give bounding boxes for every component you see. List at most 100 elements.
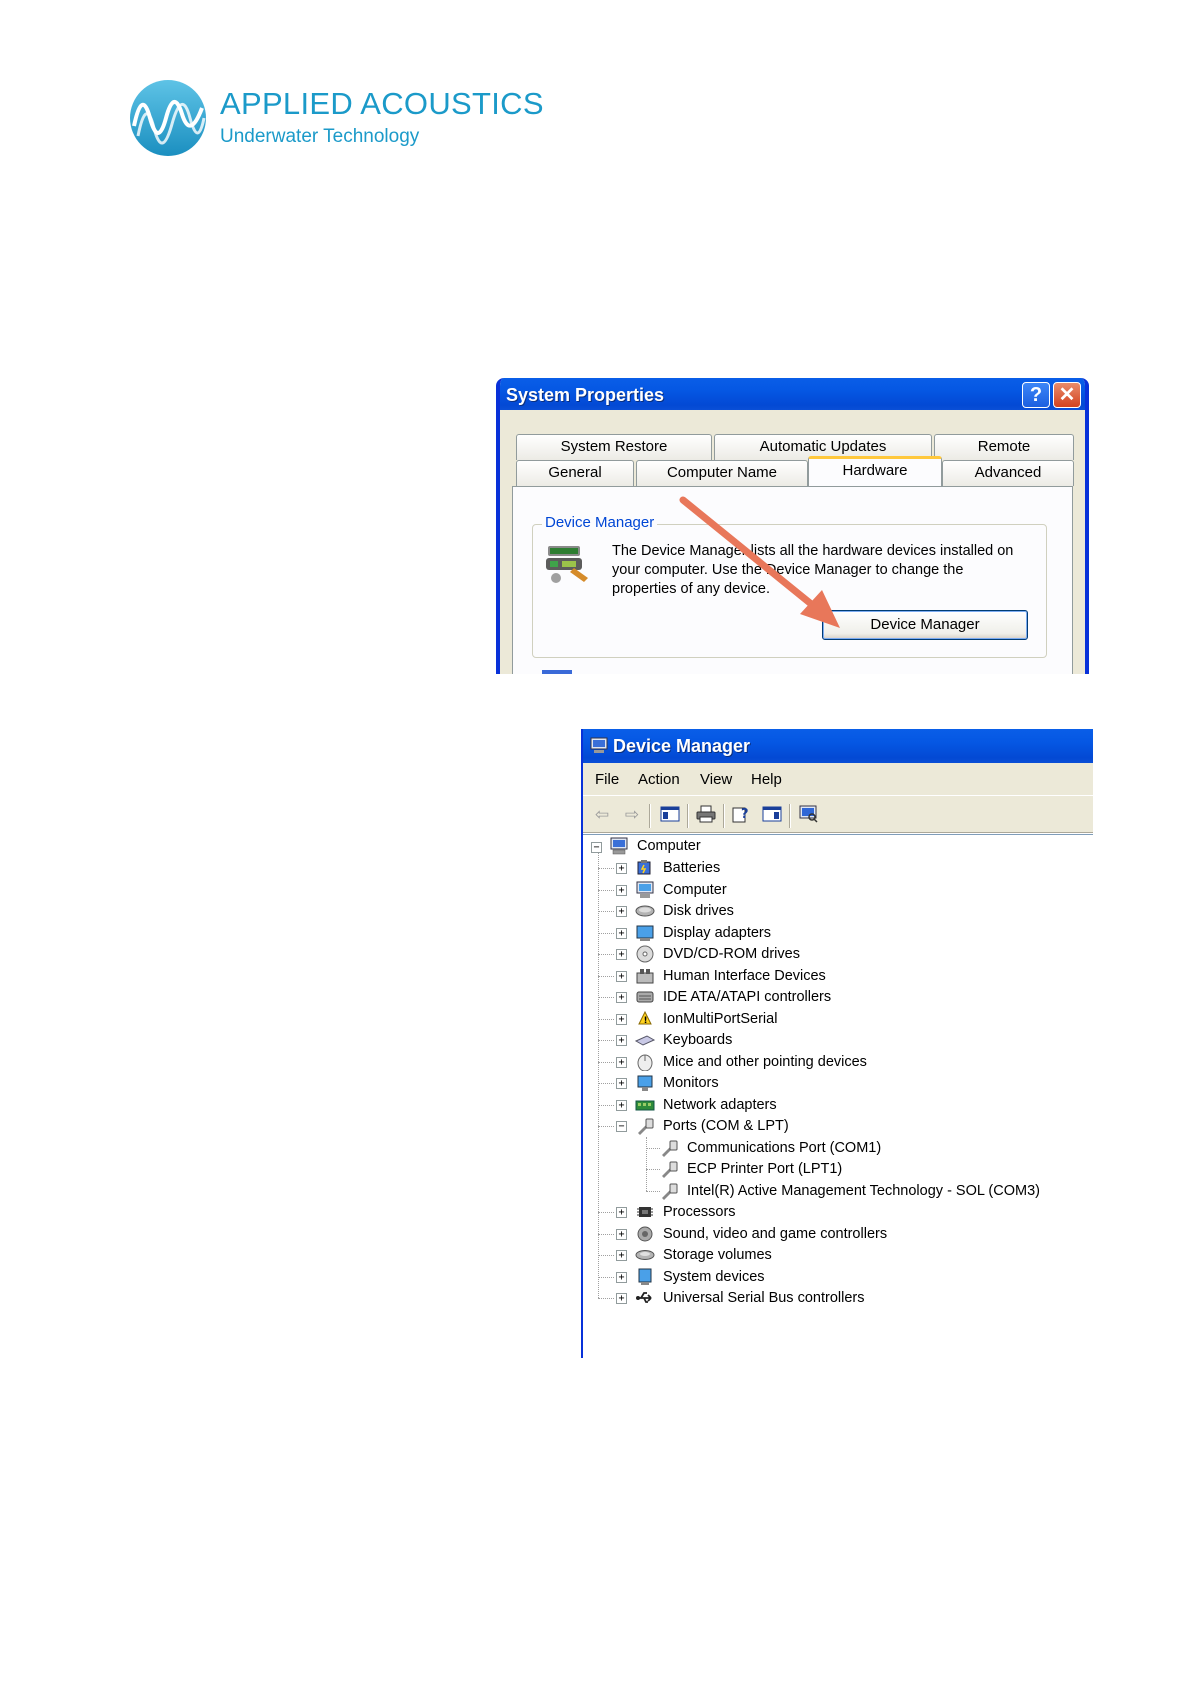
toolbar: ⇦ ⇨ ? [583, 795, 1093, 833]
tree-category[interactable]: Display adapters [663, 922, 771, 944]
forward-arrow-icon[interactable]: ⇨ [621, 805, 643, 825]
expand-toggle[interactable]: + [616, 863, 627, 874]
toolbar-separator [723, 804, 724, 828]
export-list-icon[interactable] [761, 805, 783, 825]
tree-connector [646, 1147, 660, 1149]
tree-device[interactable]: Communications Port (COM1) [687, 1137, 881, 1159]
expand-toggle[interactable]: + [616, 884, 627, 896]
tree-category[interactable]: Sound, video and game controllers [663, 1223, 887, 1245]
expand-toggle[interactable]: + [616, 1207, 627, 1218]
tree-category[interactable]: Disk drives [663, 900, 734, 922]
properties-help-icon[interactable]: ? [731, 805, 753, 825]
port-icon [662, 1140, 678, 1157]
menu-action[interactable]: Action [638, 771, 680, 788]
tree-category[interactable]: Human Interface Devices [663, 965, 826, 987]
tree-category[interactable]: Keyboards [663, 1029, 732, 1051]
computer-icon [636, 881, 654, 898]
expand-toggle[interactable]: + [616, 1013, 627, 1025]
scan-hardware-icon[interactable] [797, 805, 819, 825]
system-properties-titlebar[interactable]: System Properties [500, 378, 1085, 410]
expand-toggle[interactable]: + [616, 927, 627, 939]
tree-category[interactable]: Processors [663, 1201, 736, 1223]
window-title: System Properties [506, 385, 665, 405]
processor-icon [637, 1207, 653, 1217]
tree-connector [598, 889, 614, 891]
device-manager-button[interactable]: Device Manager [822, 610, 1028, 640]
tree-category[interactable]: Computer [663, 879, 727, 901]
tree-connector [598, 853, 599, 1298]
mouse-icon [637, 1054, 653, 1071]
svg-text:?: ? [741, 807, 749, 822]
port-icon [662, 1161, 678, 1178]
close-button[interactable]: ✕ [1053, 382, 1081, 408]
tree-connector [598, 1083, 614, 1084]
tree-category[interactable]: IonMultiPortSerial [663, 1008, 777, 1030]
tab-computer-name[interactable]: Computer Name [636, 460, 808, 486]
tree-connector [598, 997, 614, 998]
help-button[interactable]: ? [1022, 382, 1050, 408]
menu-view[interactable]: View [700, 771, 732, 788]
keyboard-icon [635, 1035, 655, 1046]
monitor-icon [637, 1075, 653, 1091]
expand-toggle[interactable]: + [616, 970, 627, 982]
back-arrow-icon[interactable]: ⇦ [591, 805, 613, 825]
device-manager-description: The Device Manager lists all the hardwar… [612, 543, 1014, 597]
tree-connector [598, 1233, 614, 1235]
svg-text:!: ! [644, 1016, 648, 1026]
menu-bar: File Action View Help [583, 763, 1093, 795]
system-device-icon [638, 1268, 652, 1285]
expand-toggle[interactable]: + [616, 1099, 627, 1111]
toolbar-separator [649, 804, 650, 828]
wave-logo-icon [130, 80, 206, 156]
expand-toggle[interactable]: + [616, 992, 627, 1003]
tree-category[interactable]: Ports (COM & LPT) [663, 1115, 789, 1137]
expand-toggle[interactable]: + [616, 1035, 627, 1046]
tree-root-computer[interactable]: Computer [637, 835, 701, 857]
device-manager-group-label: Device Manager [542, 514, 658, 531]
tab-remote[interactable]: Remote [934, 434, 1074, 460]
expand-toggle[interactable]: + [616, 1056, 627, 1068]
tree-category[interactable]: Mice and other pointing devices [663, 1051, 867, 1073]
tree-connector [646, 1190, 660, 1192]
collapse-toggle[interactable]: − [616, 1121, 627, 1132]
tree-connector [598, 1276, 614, 1278]
tree-connector [598, 911, 614, 912]
tree-category[interactable]: Monitors [663, 1072, 719, 1094]
tree-category[interactable]: Universal Serial Bus controllers [663, 1287, 864, 1309]
expand-toggle[interactable]: + [616, 1250, 627, 1261]
tab-system-restore[interactable]: System Restore [516, 434, 712, 460]
device-manager-titlebar[interactable]: Device Manager [583, 729, 1093, 763]
company-logo: APPLIED ACOUSTICS Underwater Technology [128, 78, 544, 160]
tab-advanced[interactable]: Advanced [942, 460, 1074, 486]
toolbar-separator [687, 804, 688, 828]
battery-icon [637, 860, 651, 875]
brand-title: APPLIED ACOUSTICS [220, 86, 544, 121]
expand-toggle[interactable]: + [616, 1293, 627, 1304]
tree-category[interactable]: Batteries [663, 857, 720, 879]
tree-category[interactable]: DVD/CD-ROM drives [663, 943, 800, 965]
expand-toggle[interactable]: + [616, 949, 627, 960]
collapse-toggle[interactable]: − [591, 842, 602, 853]
tree-device[interactable]: ECP Printer Port (LPT1) [687, 1158, 842, 1180]
tab-hardware[interactable]: Hardware [808, 456, 942, 486]
expand-toggle[interactable]: + [616, 1271, 627, 1283]
tree-category[interactable]: IDE ATA/ATAPI controllers [663, 986, 831, 1008]
device-manager-icon [546, 546, 588, 583]
tree-device[interactable]: Intel(R) Active Management Technology - … [687, 1180, 1040, 1202]
tree-connector [598, 1212, 614, 1213]
tree-category[interactable]: Network adapters [663, 1094, 777, 1116]
expand-toggle[interactable]: + [616, 1228, 627, 1240]
port-icon [638, 1118, 654, 1135]
expand-toggle[interactable]: + [616, 906, 627, 917]
tree-category[interactable]: Storage volumes [663, 1244, 772, 1266]
expand-toggle[interactable]: + [616, 1078, 627, 1089]
show-hide-console-tree-icon[interactable] [659, 805, 681, 825]
tab-general[interactable]: General [516, 460, 634, 486]
menu-help[interactable]: Help [751, 771, 782, 788]
window-title: Device Manager [613, 736, 751, 756]
tree-category[interactable]: System devices [663, 1266, 765, 1288]
print-icon[interactable] [695, 805, 717, 825]
tree-connector [646, 1137, 647, 1191]
menu-file[interactable]: File [595, 771, 619, 788]
computer-title-icon [590, 737, 608, 753]
